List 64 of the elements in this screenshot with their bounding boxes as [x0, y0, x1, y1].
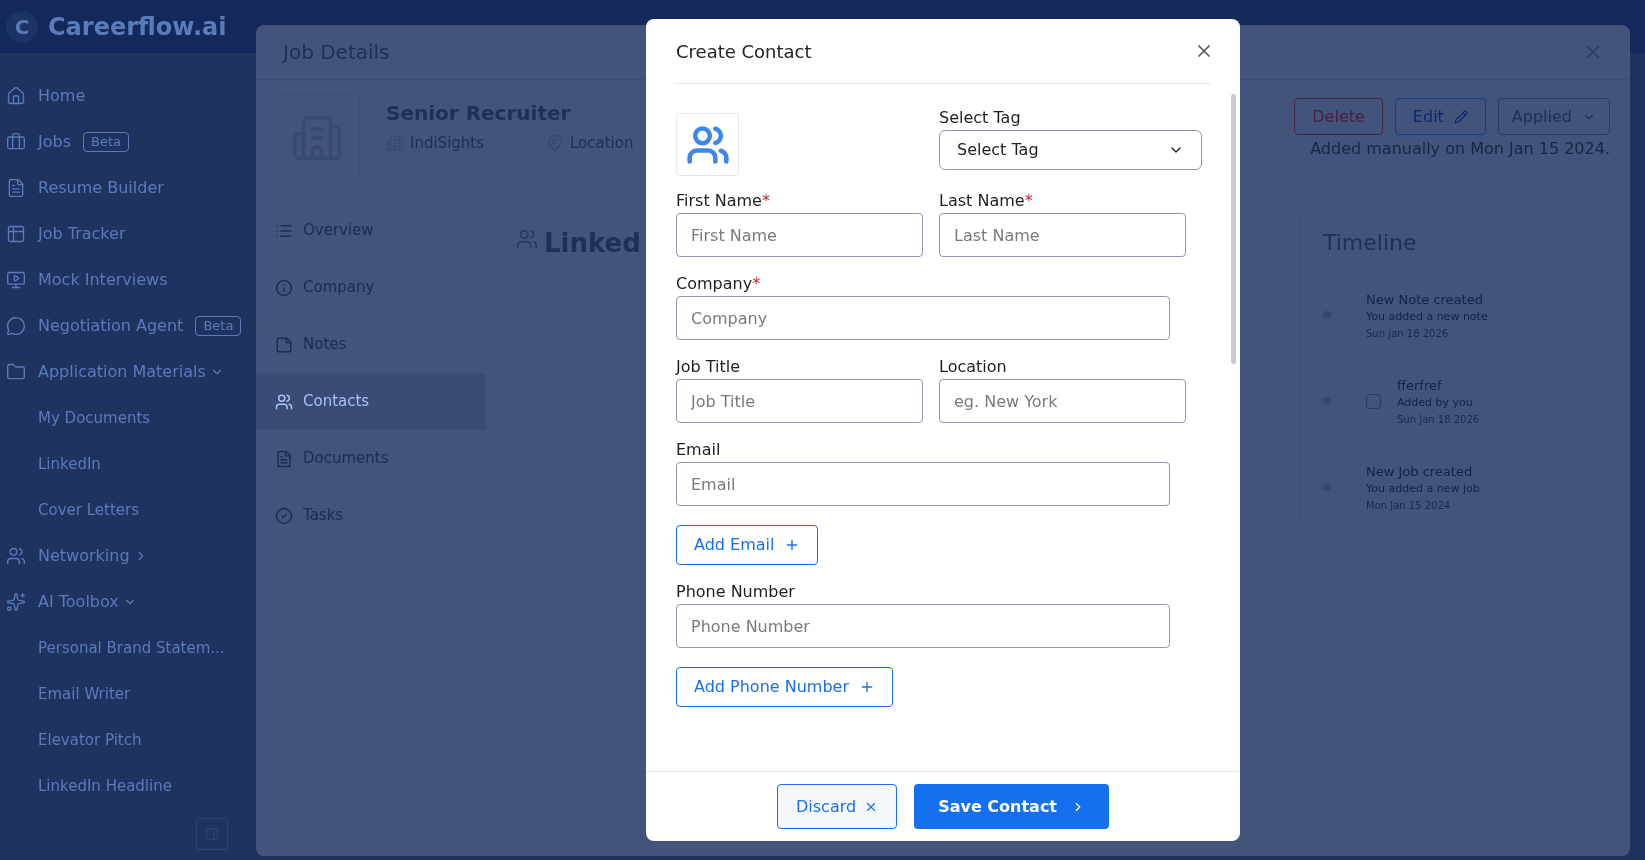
brand-name: Careerflow.ai — [48, 11, 227, 43]
sidebar-subitem[interactable]: LinkedIn Headline — [6, 763, 256, 809]
field-label: Company — [676, 273, 753, 295]
monitor-icon — [6, 270, 26, 290]
tag-select[interactable]: Select Tag — [939, 130, 1202, 170]
edit-button[interactable]: Edit — [1394, 98, 1486, 135]
table-icon — [6, 224, 26, 244]
sidebar-item[interactable]: Negotiation Agent — [38, 314, 184, 338]
sidebar-item[interactable]: Application Materials — [38, 360, 206, 384]
dialog-title: Create Contact — [676, 39, 812, 64]
sidebar-subitem[interactable]: Cover Letters — [6, 487, 256, 533]
sidebar-subitem[interactable]: Elevator Pitch — [6, 717, 256, 763]
section-tab[interactable]: Contacts — [256, 373, 486, 430]
sidebar-item[interactable]: Home — [38, 84, 86, 108]
sidebar-item[interactable]: Job Tracker — [38, 222, 126, 246]
field-label: Select Tag — [939, 107, 1022, 129]
logo-mark: C — [6, 10, 38, 43]
check-circle-icon — [275, 506, 293, 525]
field-label: Job Title — [676, 356, 741, 378]
sidebar-item[interactable]: Jobs — [38, 130, 71, 154]
input-field[interactable]: Company — [676, 296, 1170, 340]
field-label: Email — [676, 439, 721, 461]
pencil-icon — [1453, 109, 1468, 124]
sidebar-item[interactable]: Networking — [38, 544, 130, 568]
sidebar-subitem[interactable]: LinkedIn — [6, 441, 256, 487]
sidebar-subitem[interactable]: Personal Brand Statem... — [6, 625, 256, 671]
beta-badge: Beta — [83, 132, 129, 152]
discard-button[interactable]: Discard — [777, 784, 898, 829]
sidebar-item[interactable]: AI Toolbox — [38, 590, 119, 614]
sidebar-item[interactable]: Resume Builder — [38, 176, 164, 200]
people-icon — [516, 228, 538, 250]
required-mark: * — [1024, 190, 1033, 212]
add-button[interactable]: Add Phone Number — [676, 667, 893, 707]
required-mark: * — [761, 190, 770, 212]
field-label: Last Name — [939, 190, 1025, 212]
document-icon — [275, 449, 293, 468]
field-label: First Name — [676, 190, 762, 212]
people-icon — [275, 392, 293, 411]
required-mark: * — [752, 273, 761, 295]
field-label: Location — [939, 356, 1007, 378]
sidebar-item[interactable]: Mock Interviews — [38, 268, 168, 292]
save-contact-button[interactable]: Save Contact — [914, 784, 1109, 829]
field-label: Phone Number — [676, 581, 795, 603]
people-icon — [6, 546, 26, 566]
chat-bubble-icon — [6, 316, 26, 336]
briefcase-icon — [6, 132, 26, 152]
sidebar-subitem[interactable]: My Documents — [6, 395, 256, 441]
folder-icon — [6, 362, 26, 382]
home-icon — [6, 86, 26, 106]
add-button[interactable]: Add Email — [676, 525, 819, 565]
sidebar-subitem[interactable]: Email Writer — [6, 671, 256, 717]
input-field[interactable]: Job Title — [676, 379, 923, 423]
beta-badge: Beta — [195, 316, 242, 336]
sparkle-icon — [6, 592, 26, 612]
document-icon — [6, 178, 26, 198]
note-icon — [275, 335, 293, 354]
input-field[interactable]: Phone Number — [676, 604, 1170, 648]
input-field[interactable]: Last Name — [939, 213, 1186, 257]
input-field[interactable]: Email — [676, 462, 1170, 506]
info-icon — [275, 278, 293, 297]
input-field[interactable]: First Name — [676, 213, 923, 257]
input-field[interactable]: eg. New York — [939, 379, 1186, 423]
task-checkbox[interactable] — [1366, 393, 1381, 409]
plus-icon — [859, 679, 875, 695]
